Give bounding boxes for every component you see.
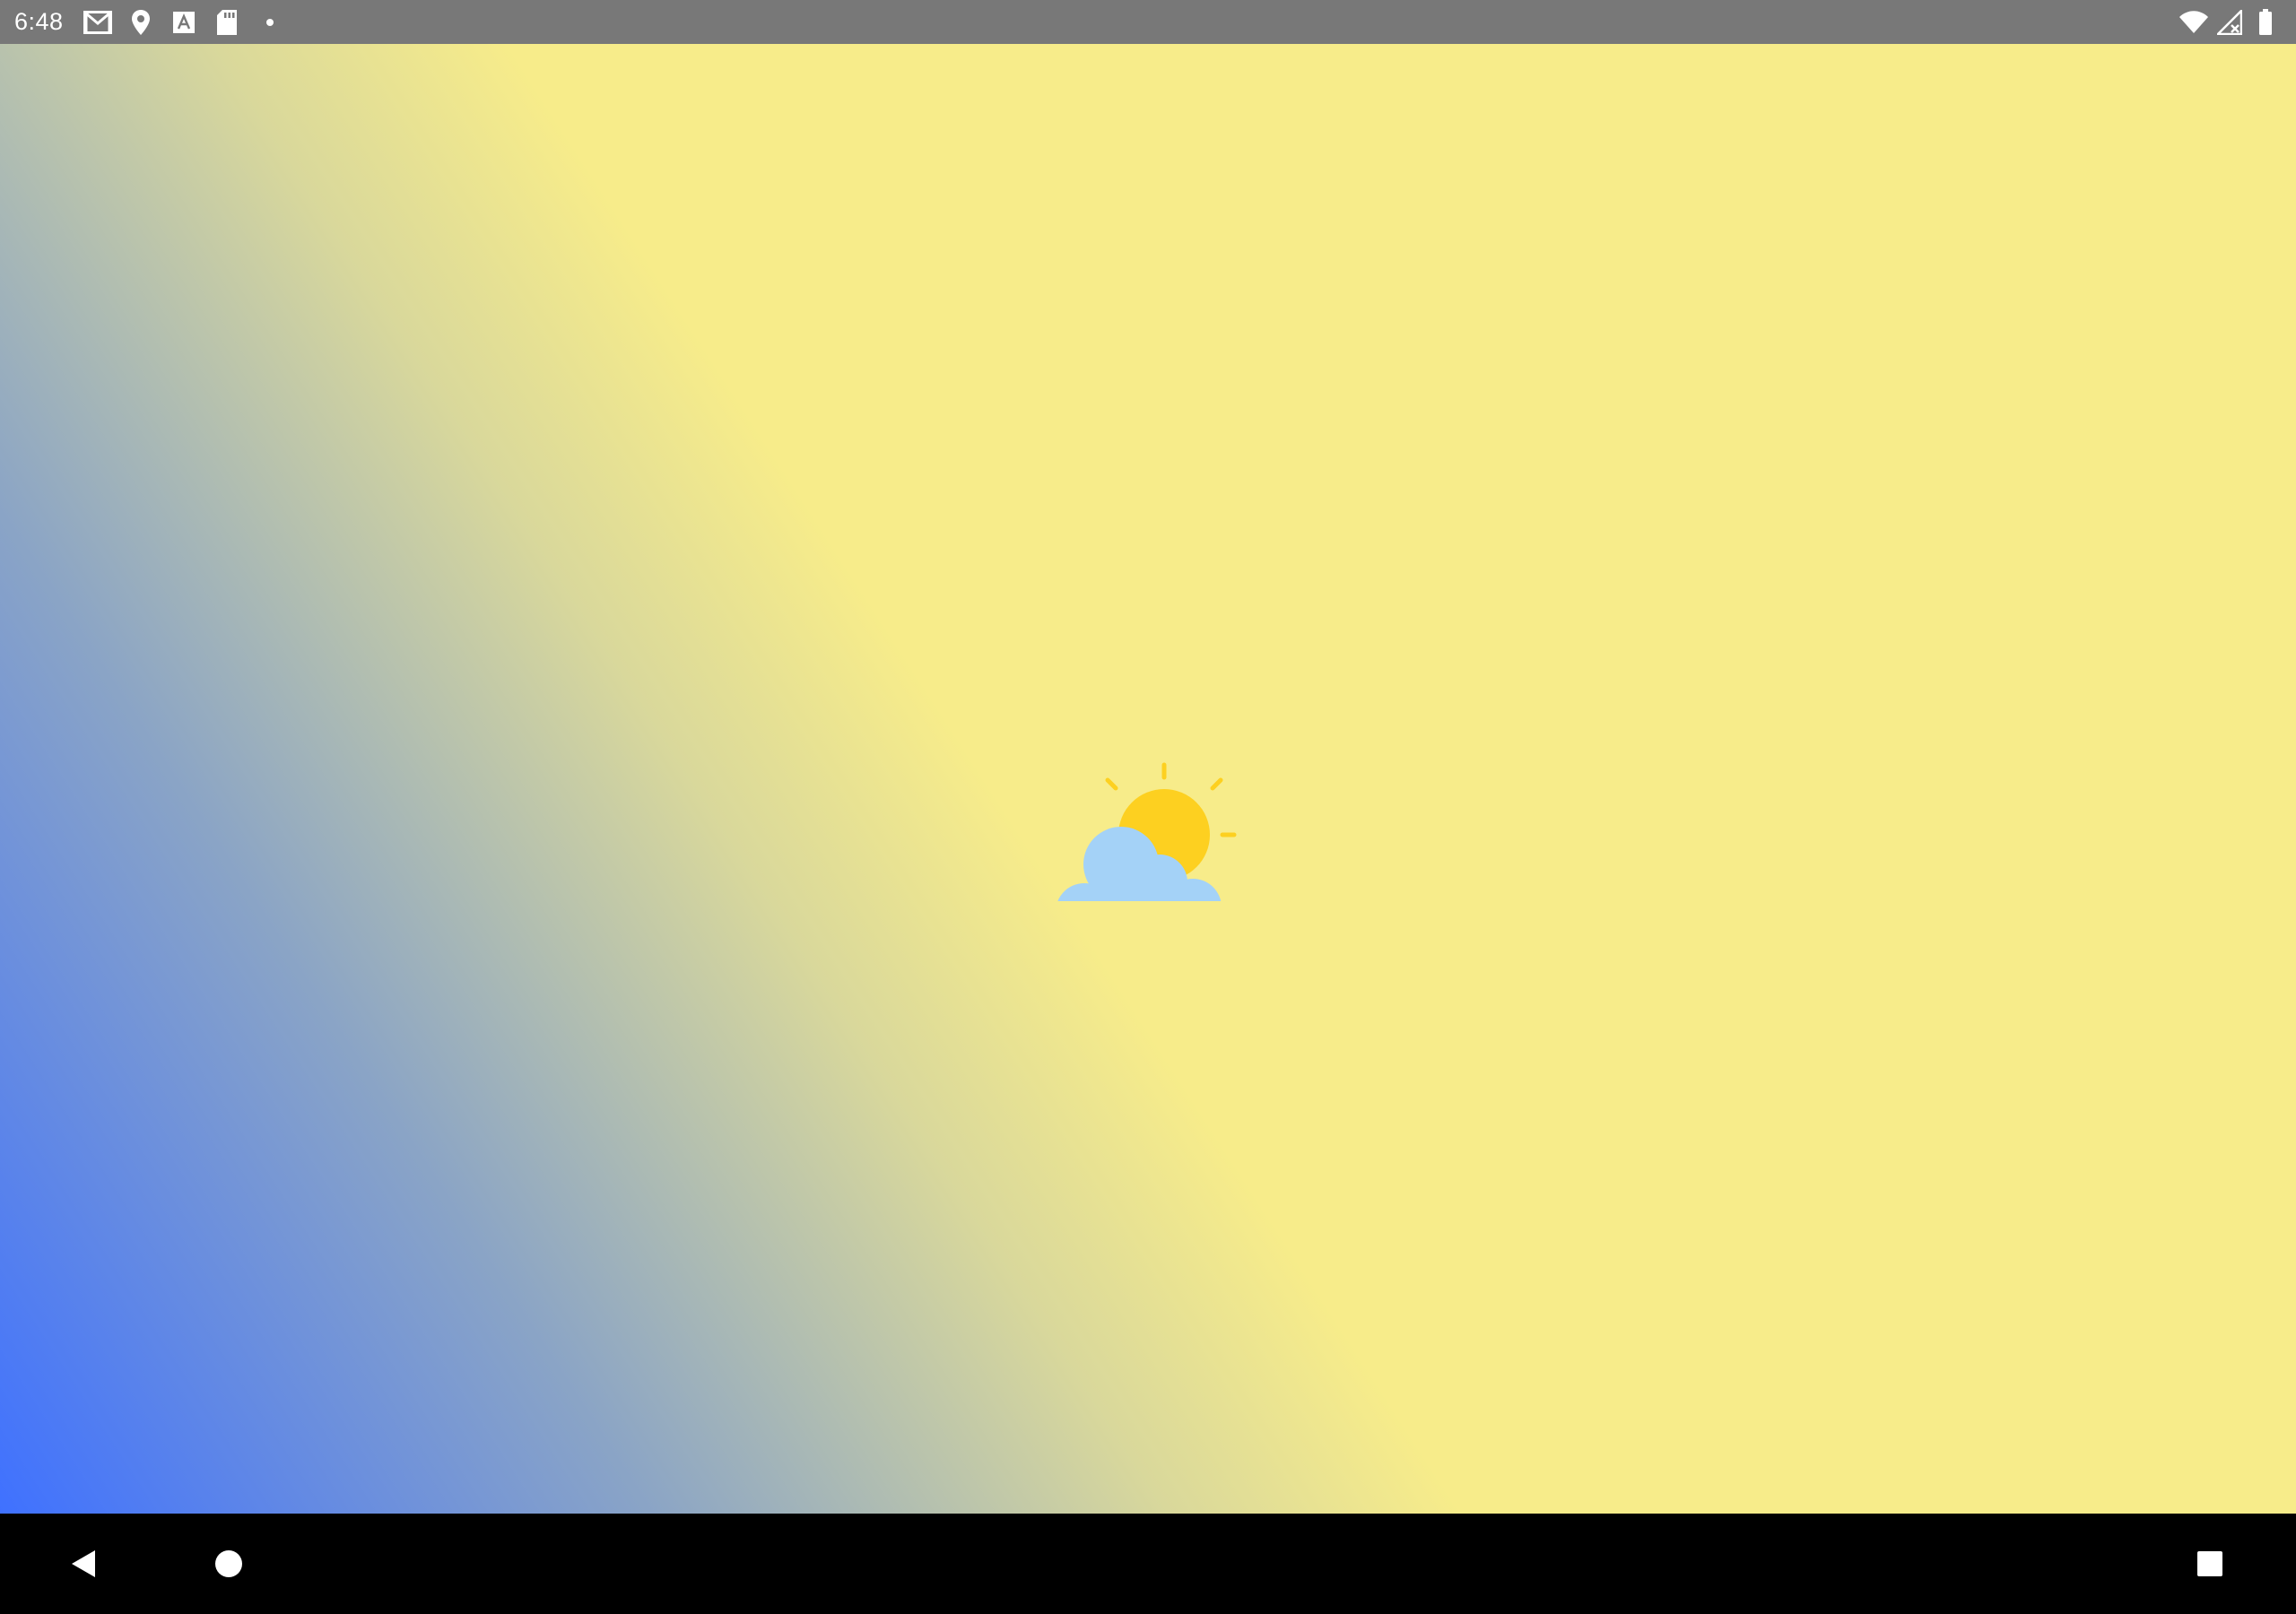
navigation-bar: [0, 1514, 2296, 1614]
partly-cloudy-weather-icon: [1057, 762, 1237, 901]
location-icon: [126, 8, 155, 37]
wifi-icon: [2179, 8, 2208, 37]
back-button[interactable]: [52, 1532, 117, 1596]
gmail-icon: [83, 8, 112, 37]
status-clock: 6:48: [14, 8, 64, 35]
home-button[interactable]: [196, 1532, 261, 1596]
recents-icon: [2197, 1551, 2222, 1576]
status-bar-right: [2176, 0, 2296, 44]
font-a-icon: [170, 8, 198, 37]
status-bar: 6:48: [0, 0, 2296, 44]
splash-background: [0, 44, 2296, 1514]
device-screen: 6:48: [0, 0, 2296, 1614]
back-icon: [72, 1550, 95, 1577]
home-icon: [215, 1550, 242, 1577]
notification-dot-icon: [256, 8, 284, 37]
battery-icon: [2251, 8, 2280, 37]
recents-button[interactable]: [2178, 1532, 2242, 1596]
sd-card-icon: [213, 8, 241, 37]
cellular-no-signal-icon: [2215, 8, 2244, 37]
status-bar-left: 6:48: [0, 0, 299, 44]
